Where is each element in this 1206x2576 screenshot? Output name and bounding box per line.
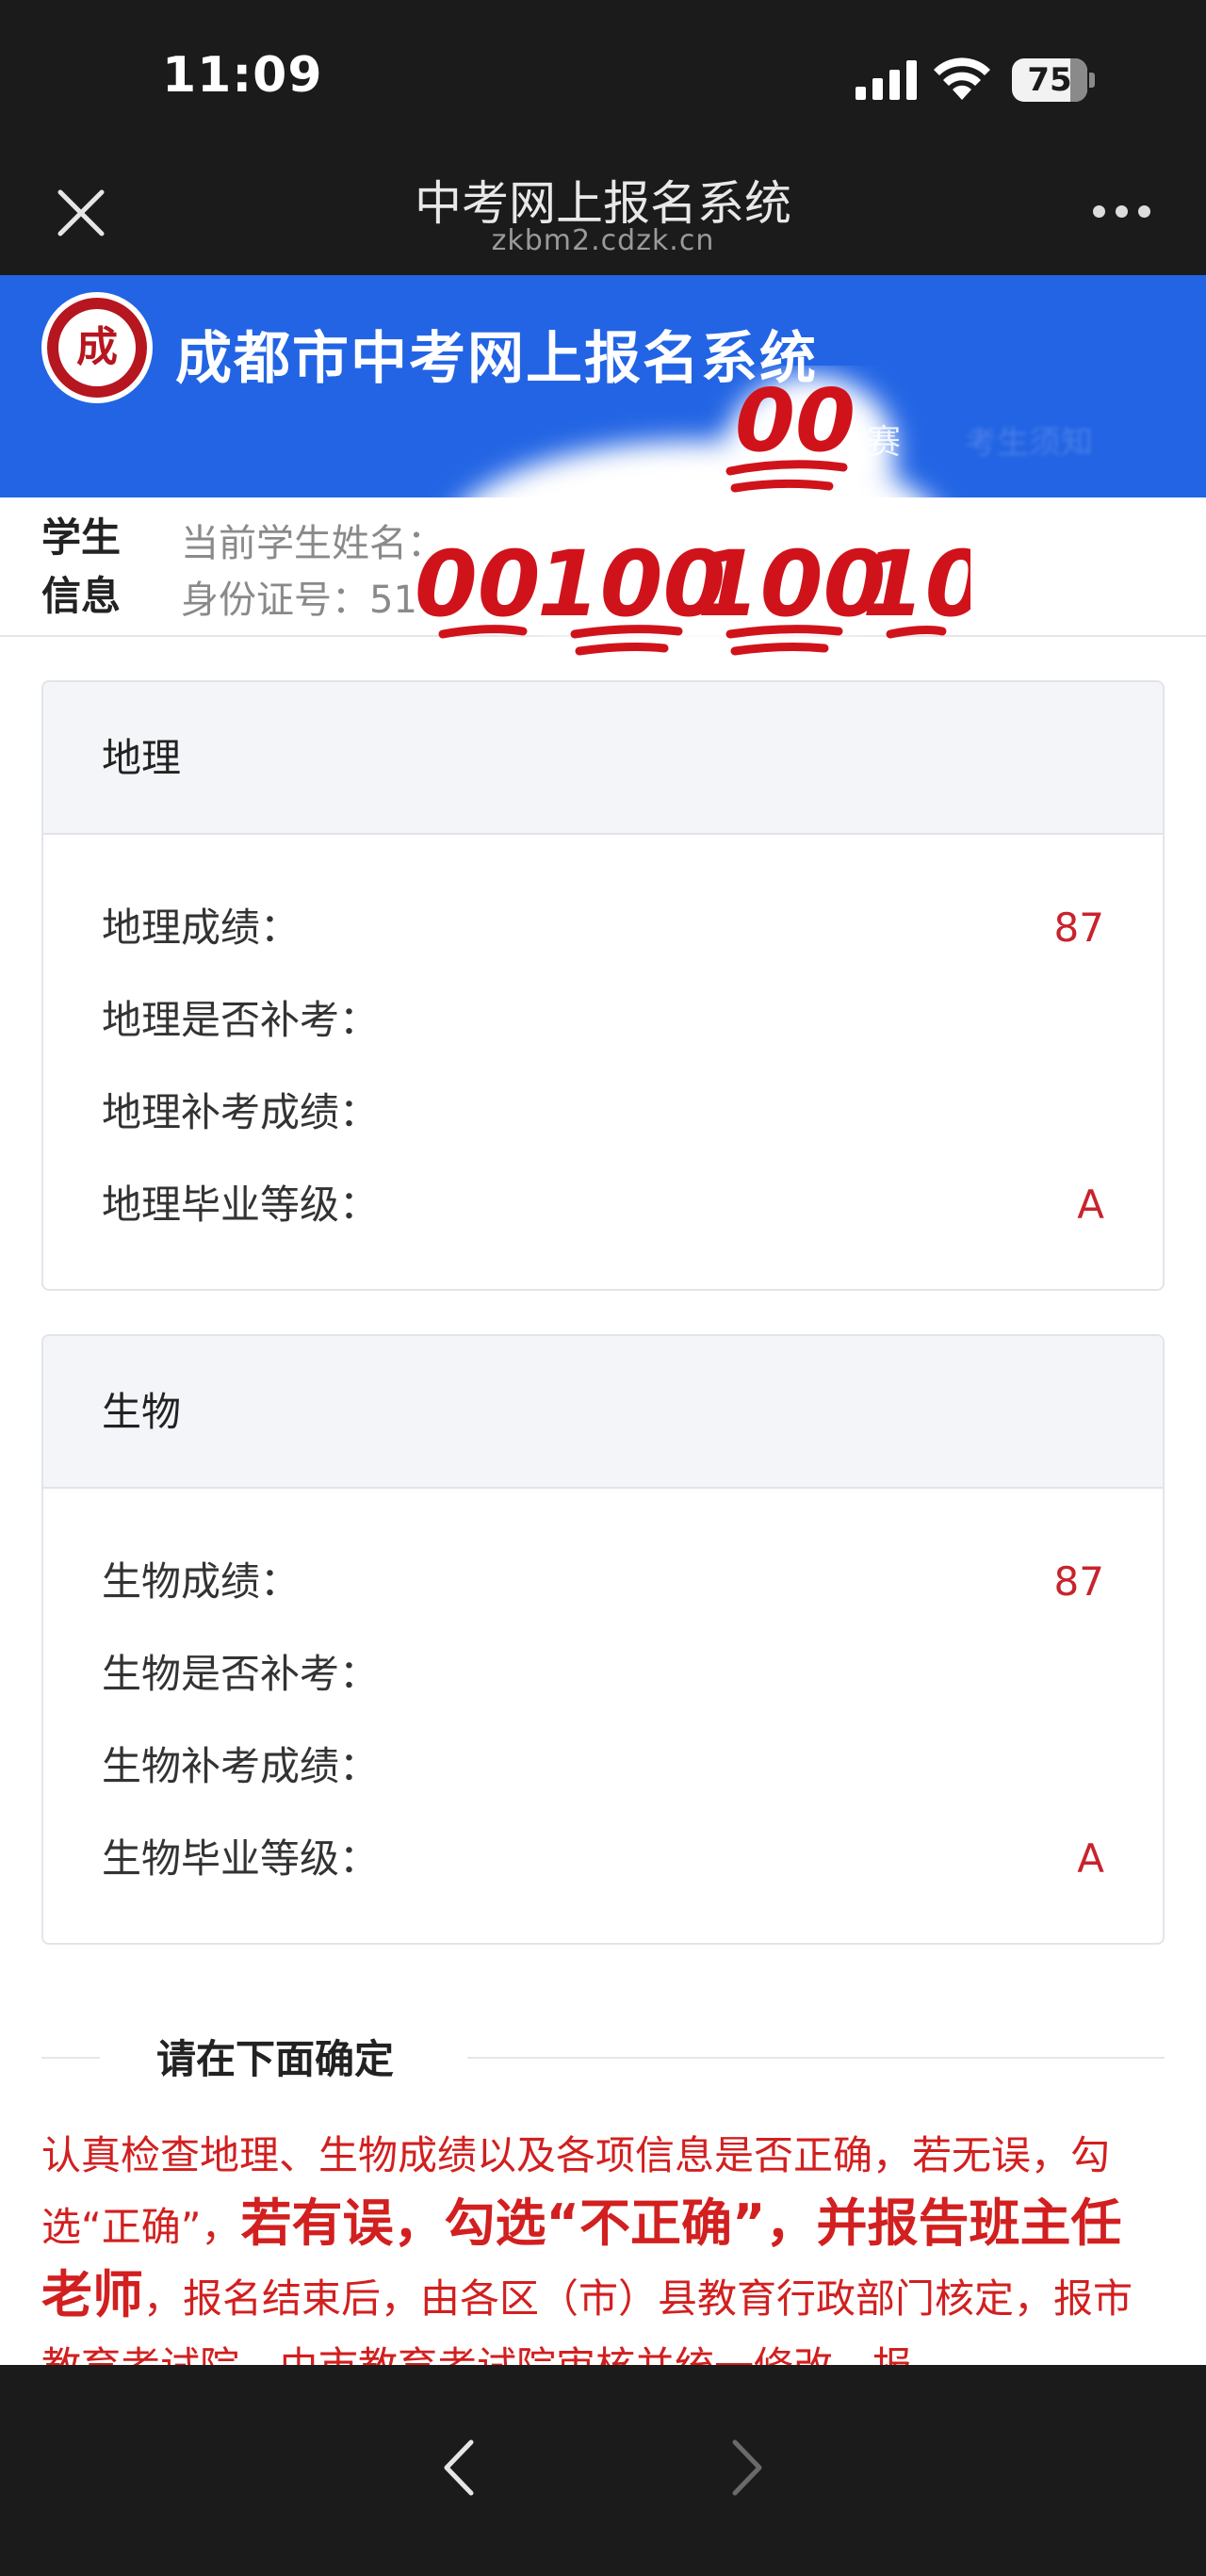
confirm-title: 请在下面确定 xyxy=(156,2036,395,2082)
row-label: 生物毕业等级： xyxy=(102,1835,380,1882)
row-value: A xyxy=(1077,1835,1104,1882)
cellular-signal-icon xyxy=(856,60,917,100)
divider xyxy=(41,2057,100,2059)
row-value: 87 xyxy=(1053,905,1104,951)
student-name-line: 当前学生姓名： xyxy=(181,522,445,565)
confirm-section-header: 请在下面确定 xyxy=(41,2024,1165,2090)
retake-score-row: 生物补考成绩： xyxy=(102,1720,1104,1813)
hundred-points-emoji-sticker: 00 00 100 100 10 xyxy=(415,370,970,656)
panel-header: 生物 xyxy=(43,1336,1163,1489)
page-url: zkbm2.cdzk.cn xyxy=(491,224,715,257)
row-value: A xyxy=(1077,1182,1104,1228)
svg-text:10: 10 xyxy=(862,531,970,637)
divider xyxy=(467,2057,1165,2059)
site-tab-blurred[interactable]: 考生须知 xyxy=(965,416,1093,463)
svg-text:100: 100 xyxy=(697,531,886,637)
svg-text:00: 00 xyxy=(735,370,856,471)
score-row: 地理成绩： 87 xyxy=(102,882,1104,974)
student-id-line: 身份证号：51 xyxy=(181,579,417,622)
panel-header: 地理 xyxy=(43,682,1163,835)
battery-icon: 75 xyxy=(1012,58,1095,102)
browser-toolbar-bottom xyxy=(0,2365,1206,2576)
geography-panel: 地理 地理成绩： 87 地理是否补考： 地理补考成绩： 地理毕业等级： A xyxy=(41,680,1165,1291)
status-bar: 11:09 75 xyxy=(0,0,1206,160)
back-arrow-icon[interactable] xyxy=(435,2435,484,2501)
row-label: 生物补考成绩： xyxy=(102,1743,380,1789)
row-label: 地理成绩： xyxy=(102,905,301,951)
battery-level: 75 xyxy=(1027,61,1072,99)
retake-score-row: 地理补考成绩： xyxy=(102,1067,1104,1159)
student-info-label: 学生信息 xyxy=(41,514,122,619)
retake-row: 地理是否补考： xyxy=(102,974,1104,1067)
school-logo: 成 xyxy=(41,292,153,403)
grade-row: 地理毕业等级： A xyxy=(102,1159,1104,1251)
biology-panel: 生物 生物成绩： 87 生物是否补考： 生物补考成绩： 生物毕业等级： A xyxy=(41,1334,1165,1945)
grade-row: 生物毕业等级： A xyxy=(102,1813,1104,1905)
status-time: 11:09 xyxy=(162,47,323,104)
retake-row: 生物是否补考： xyxy=(102,1628,1104,1720)
row-label: 地理毕业等级： xyxy=(102,1182,380,1228)
svg-text:00: 00 xyxy=(415,531,541,637)
logo-mark-icon: 成 xyxy=(76,323,118,371)
row-value: 87 xyxy=(1053,1558,1104,1605)
forward-arrow-icon[interactable] xyxy=(722,2435,771,2501)
browser-chrome-top: 11:09 75 中考网上报名系统 zkbm2.cdzk.cn xyxy=(0,0,1206,275)
row-label: 生物是否补考： xyxy=(102,1651,380,1697)
score-row: 生物成绩： 87 xyxy=(102,1536,1104,1628)
row-label: 生物成绩： xyxy=(102,1558,301,1605)
more-options-icon[interactable] xyxy=(1093,205,1153,224)
confirm-notice: 认真检查地理、生物成绩以及各项信息是否正确，若无误，勾选“正确”，若有误，勾选“… xyxy=(41,2122,1168,2365)
notice-text-continued: ，报名结束后，由各区（市）县教育行政部门核定，报市教育考试院，由市教育考试院审核… xyxy=(41,2275,1133,2365)
wifi-icon xyxy=(934,57,990,100)
row-label: 地理是否补考： xyxy=(102,997,380,1043)
row-label: 地理补考成绩： xyxy=(102,1089,380,1135)
browser-nav-bar: 中考网上报名系统 zkbm2.cdzk.cn xyxy=(0,160,1206,275)
